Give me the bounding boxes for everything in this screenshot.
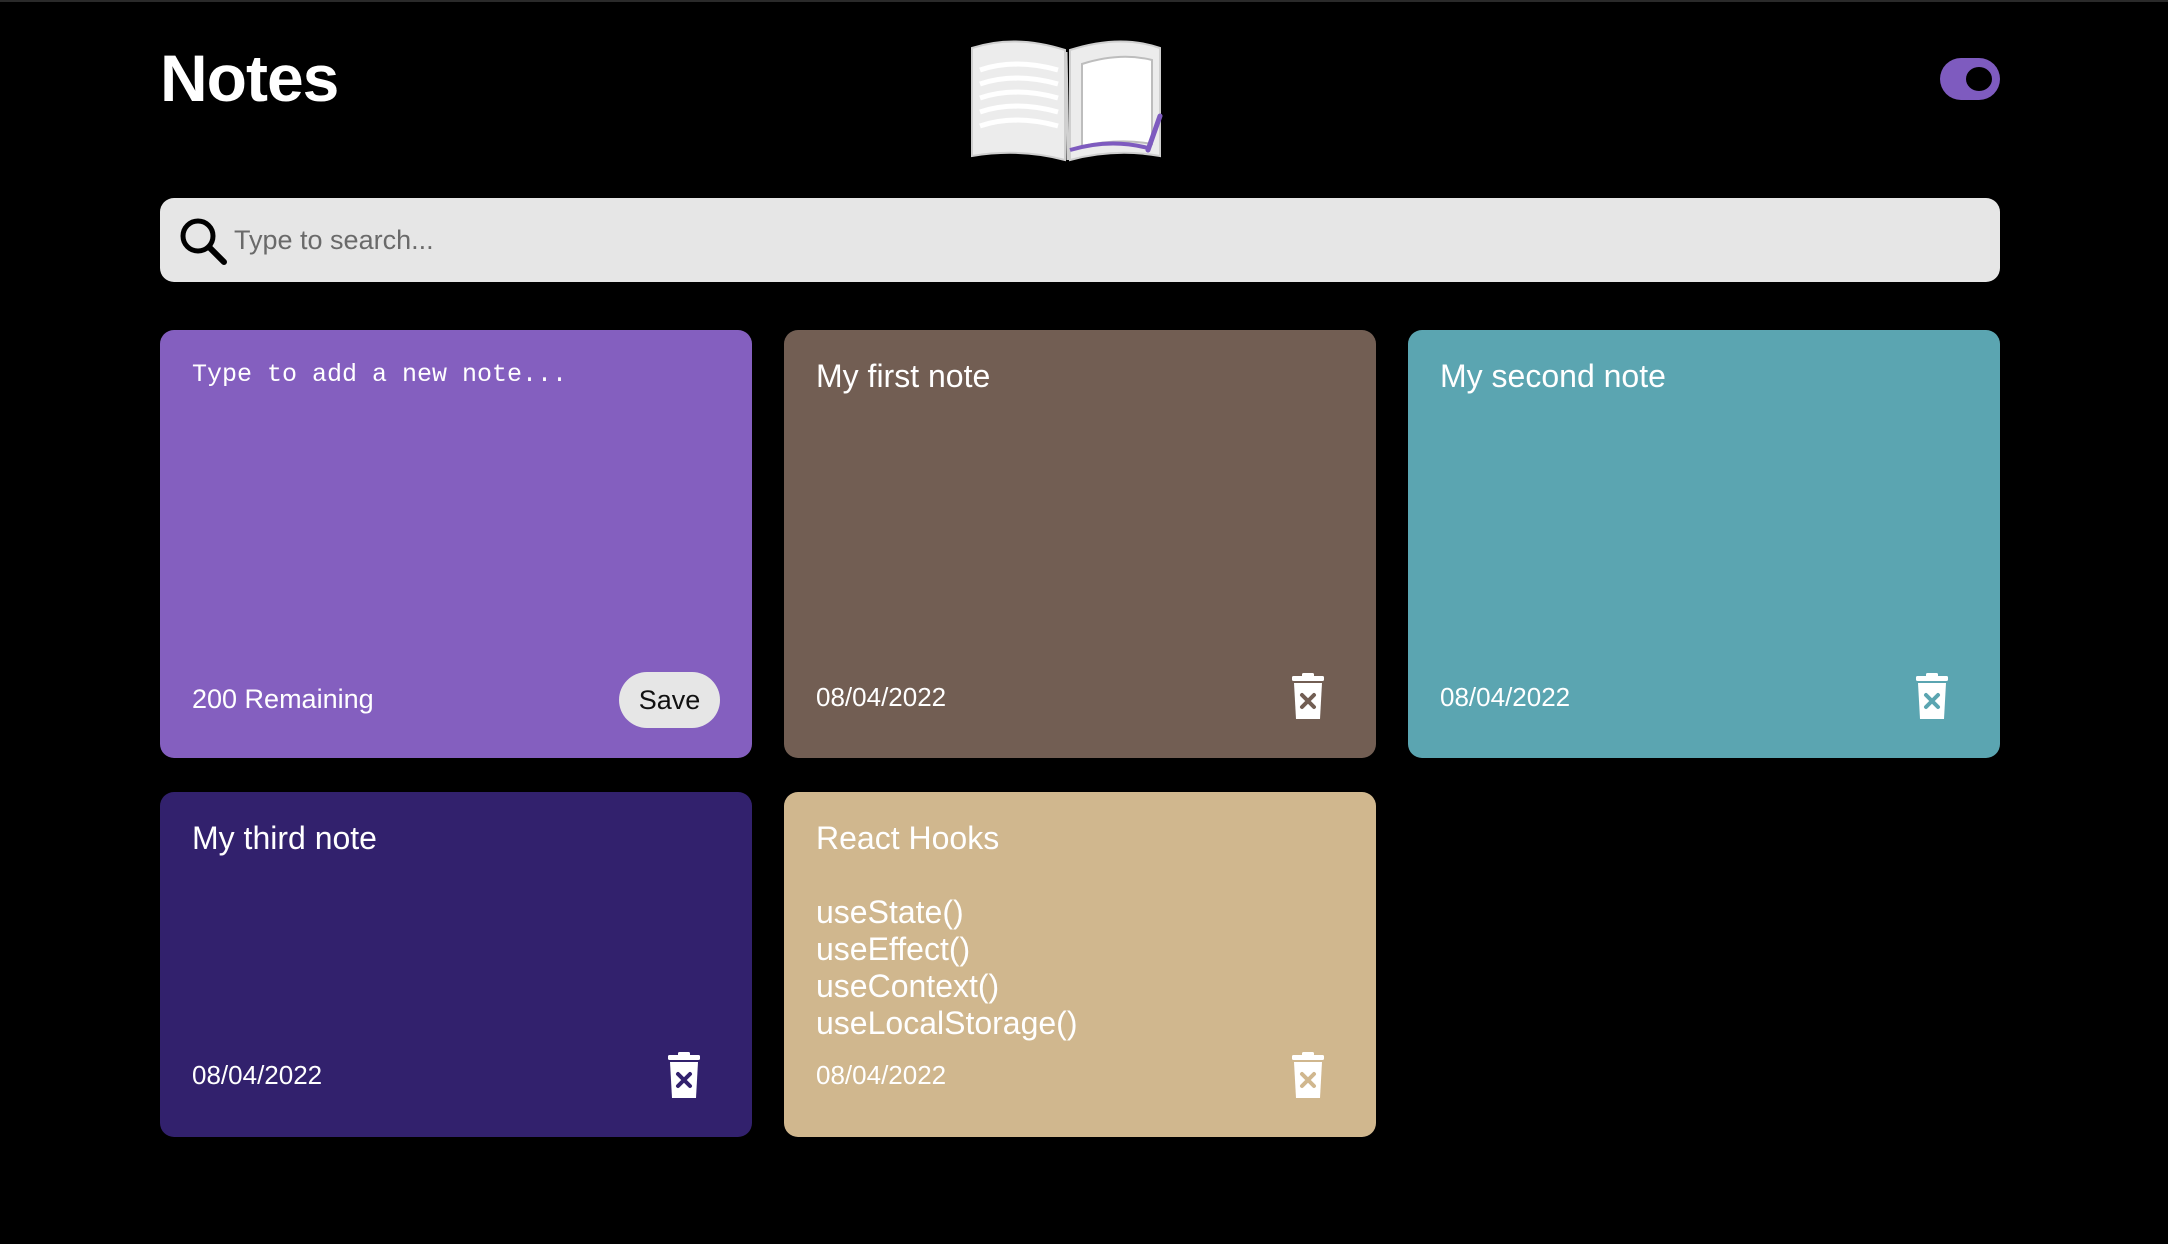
note-card: My first note 08/04/2022 (784, 330, 1376, 758)
page-title: Notes (160, 41, 339, 115)
note-text: My second note (1440, 358, 1666, 394)
new-note-textarea[interactable] (192, 360, 720, 660)
note-date: 08/04/2022 (1440, 682, 1571, 712)
search-input[interactable] (234, 198, 1974, 282)
note-card: My third note 08/04/2022 (160, 792, 752, 1137)
theme-toggle[interactable] (1940, 58, 2000, 100)
note-text: React Hooks useState() useEffect() useCo… (816, 820, 1078, 1041)
note-card: React Hooks useState() useEffect() useCo… (784, 792, 1376, 1137)
trash-delete-icon[interactable] (1290, 1052, 1326, 1098)
note-card: My second note 08/04/2022 (1408, 330, 2000, 758)
trash-delete-icon[interactable] (1290, 673, 1326, 719)
note-date: 08/04/2022 (816, 682, 947, 712)
toggle-knob (1966, 67, 1992, 91)
search-icon (180, 218, 227, 265)
note-date: 08/04/2022 (192, 1060, 323, 1090)
note-date: 08/04/2022 (816, 1060, 947, 1090)
top-border (0, 0, 2168, 2)
trash-delete-icon[interactable] (666, 1052, 702, 1098)
notes-app: Notes 200 Remaining Save My first note 0… (0, 0, 2168, 1244)
remaining-count: 200 Remaining (192, 684, 374, 714)
trash-delete-icon[interactable] (1914, 673, 1950, 719)
note-text: My third note (192, 820, 377, 856)
new-note-card: 200 Remaining Save (160, 330, 752, 758)
search-bar (160, 198, 2000, 282)
save-button[interactable]: Save (619, 672, 720, 728)
note-text: My first note (816, 358, 991, 394)
open-book-icon (971, 40, 1163, 162)
